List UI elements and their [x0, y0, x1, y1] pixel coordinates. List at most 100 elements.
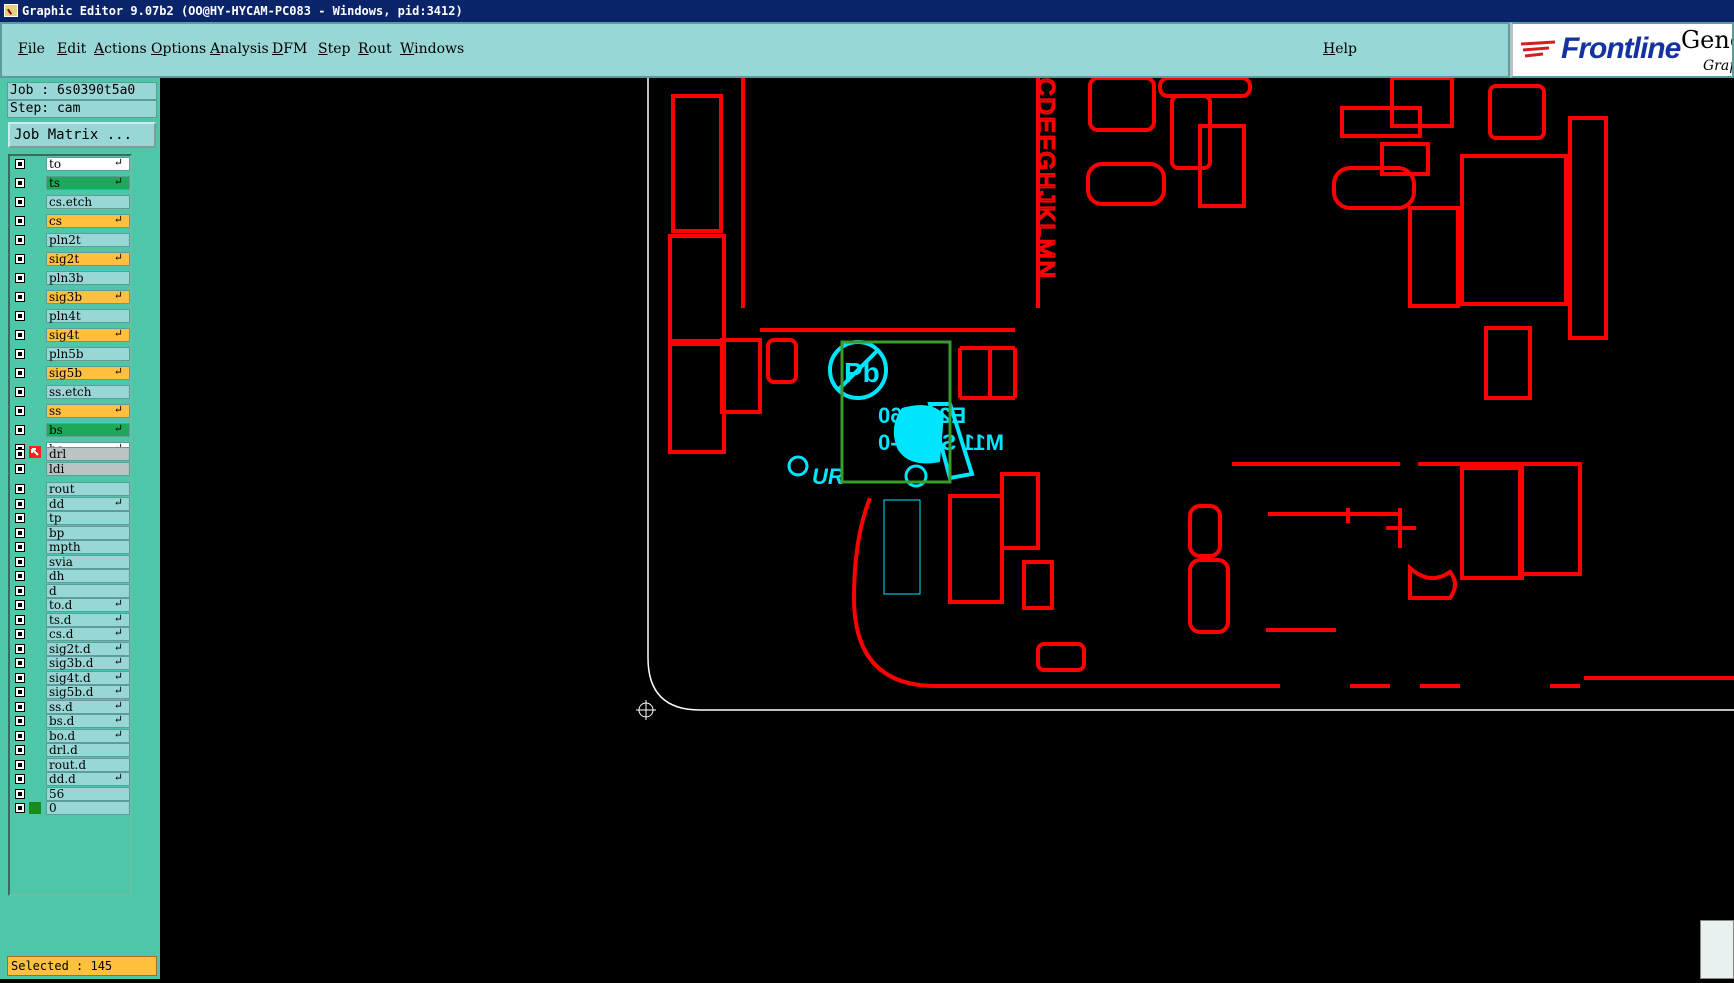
silk-component: Pb E204460 M11 S 94V-0 UR — [787, 340, 1004, 595]
menu-windows[interactable]: Windows — [400, 41, 464, 57]
menu-file[interactable]: File — [18, 41, 45, 57]
layer-row-pln5b[interactable]: pln5b — [10, 346, 134, 362]
layer-checkbox[interactable] — [15, 273, 25, 283]
layer-checkbox[interactable] — [15, 614, 25, 625]
layer-name: pln4t — [46, 309, 130, 323]
layer-checkbox[interactable] — [15, 745, 25, 755]
layer-checkbox[interactable] — [15, 629, 25, 639]
layer-checkbox[interactable] — [15, 542, 25, 552]
layer-checkbox[interactable] — [15, 425, 25, 435]
layer-row-sig2t[interactable]: sig2t ↵ — [10, 251, 134, 267]
layer-checkbox[interactable] — [15, 216, 25, 226]
layer-name: cs ↵ — [46, 214, 130, 228]
layer-checkbox[interactable] — [15, 658, 25, 668]
menu-help[interactable]: Help — [1323, 41, 1357, 57]
layer-checkbox[interactable] — [15, 701, 25, 712]
layer-name: svia — [46, 554, 130, 569]
job-matrix-button[interactable]: Job Matrix ... — [8, 122, 156, 148]
layer-name: pln2t — [46, 233, 130, 247]
layer-arrow-icon: ↵ — [113, 327, 123, 340]
layer-checkbox[interactable] — [15, 730, 25, 741]
menu-actions[interactable]: Actions — [94, 41, 147, 57]
menu-dfm[interactable]: DFM — [272, 41, 307, 57]
layer-arrow-icon: ↵ — [113, 611, 123, 625]
layer-checkbox[interactable] — [15, 463, 25, 474]
layer-checkbox[interactable] — [15, 292, 25, 302]
frontline-logo: Frontline Gene Grap — [1510, 22, 1734, 78]
layer-checkbox[interactable] — [15, 349, 25, 359]
menu-edit[interactable]: Edit — [57, 41, 86, 57]
layer-checkbox[interactable] — [15, 774, 25, 784]
layer-row-sig4t[interactable]: sig4t ↵ — [10, 327, 134, 343]
layer-row-pln2t[interactable]: pln2t — [10, 232, 134, 248]
graphic-canvas[interactable]: CDEFGHJKLMN Pb E204460 M11 S 94V-0 UR — [160, 76, 1734, 979]
layer-row-pln4t[interactable]: pln4t — [10, 308, 134, 324]
layer-name: to.d ↵ — [46, 598, 130, 612]
frontline-swoosh-icon — [1520, 40, 1556, 58]
layer-checkbox[interactable] — [15, 600, 25, 610]
layer-name: sig3b.d ↵ — [46, 656, 130, 670]
layer-row-cs[interactable]: cs ↵ — [10, 213, 134, 229]
layer-checkbox[interactable] — [15, 484, 25, 494]
layer-name: tp — [46, 511, 130, 525]
layer-row-cs-etch[interactable]: cs.etch — [10, 194, 134, 210]
layer-checkbox[interactable] — [15, 330, 25, 340]
layer-checkbox[interactable] — [15, 687, 25, 697]
layer-checkbox[interactable] — [15, 254, 25, 264]
layer-row-bs[interactable]: bs ↵ — [10, 422, 134, 438]
layer-checkbox[interactable] — [15, 178, 25, 188]
layer-row-pln3b[interactable]: pln3b — [10, 270, 134, 286]
layer-row-sig3b[interactable]: sig3b ↵ — [10, 289, 134, 305]
layer-checkbox[interactable] — [15, 803, 25, 813]
layer-checkbox[interactable] — [15, 368, 25, 378]
layer-row-sig5b[interactable]: sig5b ↵ — [10, 365, 134, 381]
layer-row-0[interactable]: 0 — [10, 800, 134, 816]
layer-checkbox[interactable] — [15, 716, 25, 726]
layer-checkbox[interactable] — [15, 513, 25, 523]
layer-arrow-icon: ↵ — [113, 684, 123, 697]
menu-rout[interactable]: Rout — [358, 41, 392, 57]
layer-checkbox[interactable] — [15, 527, 25, 538]
layer-checkbox[interactable] — [15, 311, 25, 321]
layer-checkbox[interactable] — [15, 387, 25, 397]
layer-name: 56 — [46, 786, 130, 801]
menu-options[interactable]: Options — [151, 41, 206, 57]
layer-name: sig3b ↵ — [46, 290, 130, 304]
layer-arrow-icon: ↵ — [113, 771, 123, 784]
layer-name: sig5b.d ↵ — [46, 685, 130, 699]
menu-step[interactable]: Step — [318, 41, 350, 57]
layer-arrow-icon: ↵ — [113, 727, 123, 741]
layer-arrow-icon: ↵ — [113, 213, 123, 226]
layer-checkbox[interactable] — [15, 585, 25, 596]
layer-checkbox[interactable] — [15, 235, 25, 245]
color-swatch — [29, 802, 41, 814]
layer-name: drl — [46, 447, 130, 461]
layer-checkbox[interactable] — [15, 197, 25, 207]
layer-arrow-icon: ↵ — [113, 251, 123, 264]
layer-checkbox[interactable] — [15, 449, 25, 459]
layer-row-ts[interactable]: ts ↵ — [10, 175, 134, 191]
layer-checkbox[interactable] — [15, 556, 25, 567]
layer-arrow-icon: ↵ — [113, 156, 123, 169]
logo-product: Gene — [1681, 26, 1732, 54]
layer-checkbox[interactable] — [15, 788, 25, 799]
selected-count: Selected : 145 — [7, 956, 157, 976]
layer-checkbox[interactable] — [15, 159, 25, 169]
layer-checkbox[interactable] — [15, 759, 25, 770]
layer-row-ldi[interactable]: ldi — [10, 461, 134, 477]
corner-widget[interactable] — [1700, 920, 1734, 979]
layer-row-ss-etch[interactable]: ss.etch — [10, 384, 134, 400]
layer-name: sig4t ↵ — [46, 328, 130, 342]
layer-arrow-icon: ↵ — [113, 669, 123, 683]
layer-row-to[interactable]: to ↵ — [10, 156, 134, 172]
layer-checkbox[interactable] — [15, 406, 25, 416]
layer-name: 0 — [46, 801, 130, 815]
layer-row-ss[interactable]: ss ↵ — [10, 403, 134, 419]
layer-checkbox[interactable] — [15, 498, 25, 509]
layer-name: mpth — [46, 540, 130, 554]
menu-analysis[interactable]: Analysis — [210, 41, 269, 57]
layer-checkbox[interactable] — [15, 672, 25, 683]
layer-checkbox[interactable] — [15, 571, 25, 581]
layer-checkbox[interactable] — [15, 643, 25, 654]
layer-name: cs.etch — [46, 195, 130, 209]
